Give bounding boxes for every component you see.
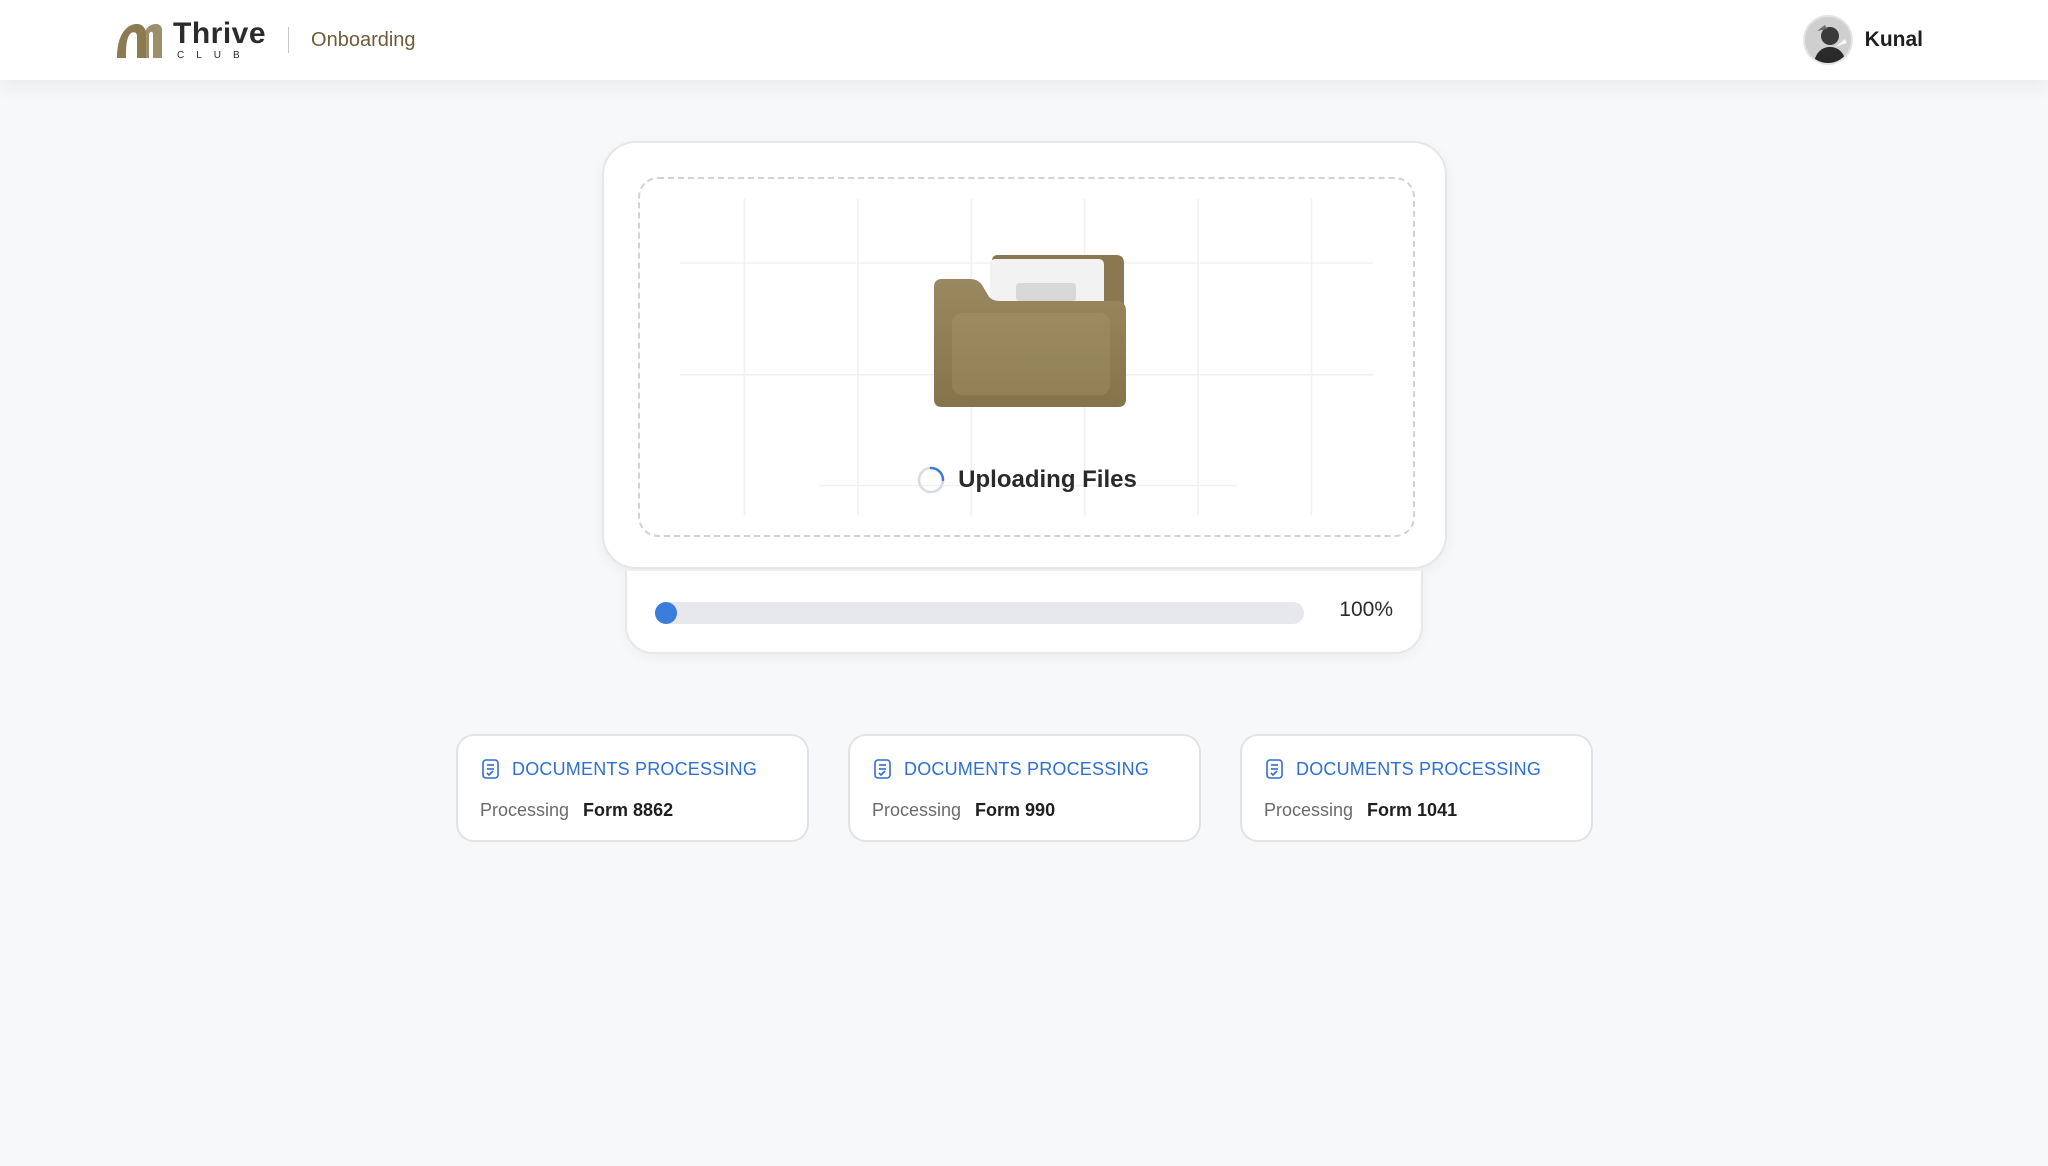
progress-panel: 100% [625,571,1423,654]
upload-card: Uploading Files [602,141,1447,569]
brand[interactable]: Thrive CLUB Onboarding [115,18,416,62]
brand-subtitle: CLUB [177,50,252,61]
document-icon [874,759,891,779]
processing-label: Processing [480,800,570,820]
progress-bar [655,602,1304,624]
top-bar: Thrive CLUB Onboarding Kunal [0,0,2048,80]
section-title: Onboarding [311,28,416,51]
processing-form-name: Form 1041 [1367,800,1458,820]
progress-percent: 100% [1339,598,1393,621]
folder-icon [934,255,1126,407]
user-menu[interactable]: Kunal [1802,14,1923,66]
processing-card-body: Processing Form 990 [872,800,1055,821]
thrive-logo-icon [117,24,162,58]
upload-status-label: Uploading Files [958,466,1137,493]
brand-divider [288,27,290,53]
page: Thrive CLUB Onboarding Kunal Uploading F… [0,0,2048,1166]
document-icon [482,759,499,779]
processing-card-body: Processing Form 1041 [1264,800,1457,821]
document-icon [1266,759,1283,779]
drop-zone[interactable]: Uploading Files [638,177,1415,537]
processing-title: DOCUMENTS PROCESSING [1296,758,1542,779]
processing-label: Processing [1264,800,1354,820]
processing-title: DOCUMENTS PROCESSING [512,758,758,779]
brand-wordmark: Thrive CLUB [173,19,266,61]
processing-card: DOCUMENTS PROCESSING Processing Form 990 [848,734,1201,842]
processing-card: DOCUMENTS PROCESSING Processing Form 886… [456,734,809,842]
brand-title: Thrive [173,17,267,50]
processing-form-name: Form 990 [975,800,1056,820]
progress-fill [655,602,1304,624]
avatar[interactable] [1802,15,1853,65]
user-name: Kunal [1864,28,1923,51]
processing-card: DOCUMENTS PROCESSING Processing Form 104… [1240,734,1593,842]
processing-form-name: Form 8862 [583,800,674,820]
processing-card-body: Processing Form 8862 [480,800,673,821]
processing-card-header: DOCUMENTS PROCESSING [1264,758,1541,780]
progress-indicator [655,602,677,624]
processing-card-header: DOCUMENTS PROCESSING [872,758,1149,780]
processing-card-header: DOCUMENTS PROCESSING [480,758,757,780]
processing-label: Processing [872,800,962,820]
processing-title: DOCUMENTS PROCESSING [904,758,1150,779]
spinner-icon [917,466,945,494]
upload-status: Uploading Files [640,465,1413,495]
